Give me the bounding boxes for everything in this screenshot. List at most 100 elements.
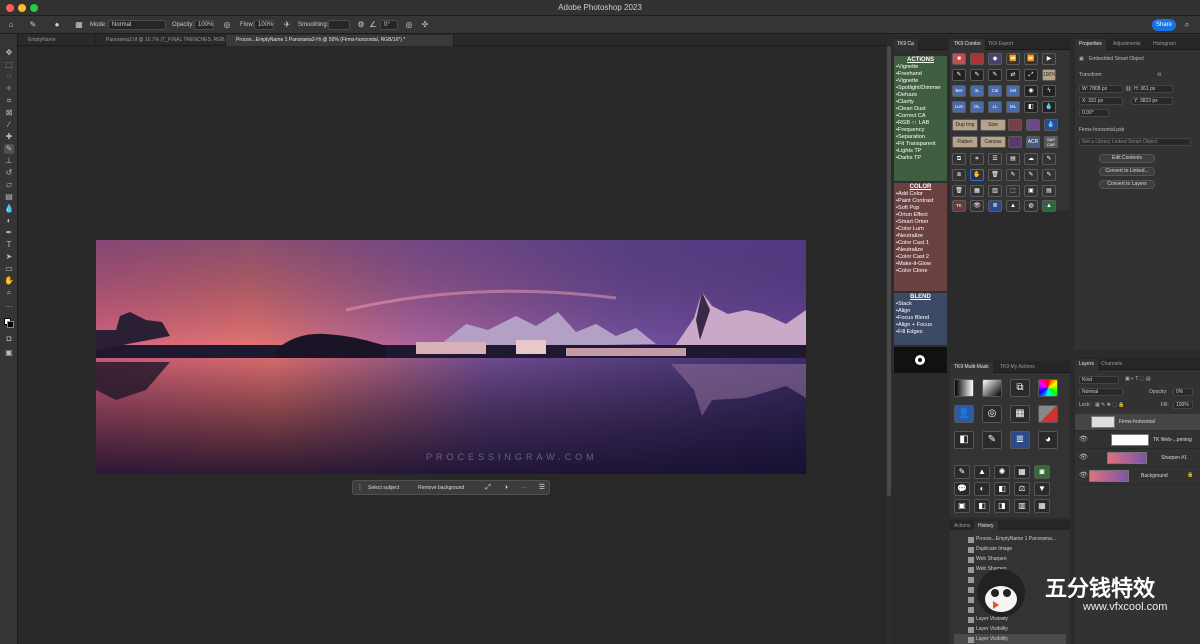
hand-tool-icon[interactable]: ✋ <box>4 276 14 286</box>
tab-tk-export[interactable]: TK9 Export <box>984 39 1017 50</box>
brush-red-button[interactable]: ✎ <box>970 69 984 81</box>
doc-tab[interactable]: Panorama2.tif @ 16.7% (T_FINAL TRENCHES,… <box>96 35 226 46</box>
circles-mask-button[interactable]: ◕ <box>1038 431 1058 449</box>
brush-mask-button[interactable]: ✎ <box>982 431 1002 449</box>
x-field[interactable]: X: 331 px <box>1079 97 1123 105</box>
layer-stamp-button[interactable]: ■ <box>952 53 966 65</box>
combo-ll-button[interactable]: LL <box>988 101 1002 113</box>
color-swatches-icon[interactable] <box>4 318 14 328</box>
mountain-button[interactable]: ▲ <box>974 465 990 479</box>
move-tool-icon[interactable]: ✥ <box>4 48 14 58</box>
grid-small-button[interactable]: ▦ <box>1014 465 1030 479</box>
path-select-tool-icon[interactable]: ➤ <box>4 252 14 262</box>
eye-button[interactable]: 👁 <box>970 200 984 212</box>
hand-button[interactable]: ✋ <box>970 169 984 181</box>
tk-color-item[interactable]: •Orton Effect <box>894 212 947 219</box>
image-button[interactable]: ▤ <box>1006 153 1020 165</box>
tk-color-item[interactable]: •Color Clone <box>894 268 947 275</box>
angle-field[interactable]: 0° <box>380 20 398 30</box>
visibility-eye-icon[interactable]: 👁 <box>1079 454 1088 462</box>
layers-button[interactable]: ☰ <box>988 153 1002 165</box>
purple-swatch-button[interactable] <box>1026 119 1040 131</box>
triangle-button[interactable]: ▲ <box>1006 200 1020 212</box>
green-mask-button[interactable]: ◙ <box>1034 465 1050 479</box>
tk-color-item[interactable]: •Neutralize <box>894 247 947 254</box>
pressure-opacity-icon[interactable]: ◎ <box>222 20 232 30</box>
shape-tool-icon[interactable]: ▭ <box>4 264 14 274</box>
gradient-swatch-button[interactable] <box>1008 136 1022 148</box>
invert-mask-button[interactable]: ◧ <box>954 431 974 449</box>
grey-button[interactable]: ◧ <box>974 499 990 513</box>
tk-action-item[interactable]: •Clarity <box>894 99 947 106</box>
tab-multi-mask[interactable]: TK9 Multi-Mask <box>950 362 993 373</box>
zoom-100-button[interactable]: 100% <box>1042 69 1056 81</box>
tk-action-item[interactable]: •Correct CA <box>894 113 947 120</box>
opacity-field[interactable]: 100% <box>194 20 214 30</box>
stack-button[interactable]: ≣ <box>988 200 1002 212</box>
copy-mask-button[interactable]: ⧉ <box>1010 379 1030 397</box>
search-icon[interactable]: ⌕ <box>1182 20 1192 30</box>
tk-action-item[interactable]: •RGB ↑↑ LAB <box>894 120 947 127</box>
tab-tk-combo[interactable]: TK9 Combo <box>950 39 985 50</box>
tk-blend-item[interactable]: •Fill Edges <box>894 329 947 336</box>
person-mask-button[interactable]: 👤 <box>954 405 974 423</box>
tk-color-item[interactable]: •Paint Contrast <box>894 198 947 205</box>
convert-to-linked-button[interactable]: Convert to Linked... <box>1099 167 1155 176</box>
lock-icons[interactable]: ▦ ✎ ✥ ⬚ 🔒 <box>1095 402 1125 408</box>
marquee-tool-icon[interactable]: ⬚ <box>4 60 14 70</box>
tk-color-item[interactable]: •Neutralize <box>894 233 947 240</box>
mask-box-button[interactable]: ◧ <box>994 482 1010 496</box>
remove-background-button[interactable]: Remove background <box>415 483 467 493</box>
layer-row[interactable]: Firms-horizontal <box>1075 414 1200 431</box>
expand-button[interactable]: ⤢ <box>1024 69 1038 81</box>
combo-ml-button[interactable]: ML <box>1006 101 1020 113</box>
note-button[interactable]: ▤ <box>1042 185 1056 197</box>
crop-tool-icon[interactable]: ⌗ <box>4 96 14 106</box>
list-mask-button[interactable]: ≣ <box>1010 431 1030 449</box>
droplet-button[interactable]: 💧 <box>1042 101 1056 113</box>
save-button[interactable]: ▣ <box>1024 185 1038 197</box>
red-square-button[interactable] <box>970 53 984 65</box>
type-tool-icon[interactable]: T <box>4 240 14 250</box>
tk-color-item[interactable]: •Make-it-Glow <box>894 261 947 268</box>
tk-action-item[interactable]: •Vignette <box>894 64 947 71</box>
tree-button[interactable]: ▲ <box>1042 200 1056 212</box>
fill-field[interactable]: 100% <box>1173 401 1193 409</box>
reset-transform-icon[interactable]: ⟲ <box>1157 72 1161 78</box>
target-mask-button[interactable]: ◎ <box>982 405 1002 423</box>
tk-color-item[interactable]: •Soft Pop <box>894 205 947 212</box>
tk-action-item[interactable]: •Freehand <box>894 71 947 78</box>
filter-icons[interactable]: ▣ ◐ T ⬚ ▤ <box>1125 376 1151 382</box>
pressure-size-icon[interactable]: ◎ <box>404 20 414 30</box>
color-swatch-button[interactable] <box>1008 119 1022 131</box>
tab-properties[interactable]: Properties <box>1075 39 1106 50</box>
home-icon[interactable]: ⌂ <box>6 20 16 30</box>
blend-button[interactable]: ◨ <box>994 499 1010 513</box>
eyedropper-tool-icon[interactable]: ⁄ <box>4 120 14 130</box>
quick-select-tool-icon[interactable]: ✧ <box>4 84 14 94</box>
tk-action-item[interactable]: •Darks TP <box>894 155 947 162</box>
play-icon[interactable]: ▶ <box>1042 53 1056 65</box>
brush-settings-icon[interactable]: ▦ <box>74 20 84 30</box>
symmetry-icon[interactable]: ✣ <box>420 20 430 30</box>
brush-tool-icon[interactable]: ✎ <box>4 144 14 154</box>
tk-action-item[interactable]: •Fit Transparent <box>894 141 947 148</box>
copy-button[interactable]: ⧉ <box>952 153 966 165</box>
dodge-tool-icon[interactable]: ◐ <box>4 216 14 226</box>
brush-add-button[interactable]: ✎ <box>1006 169 1020 181</box>
size-button[interactable]: Size <box>980 119 1006 131</box>
eraser-tool-icon[interactable]: ▱ <box>4 180 14 190</box>
doc-tab[interactable]: EmptyName <box>18 35 96 46</box>
edit-brush-button[interactable]: ✎ <box>954 465 970 479</box>
dup-img-button[interactable]: Dup Img <box>952 119 978 131</box>
layer-row[interactable]: 👁 TK Web-...pening <box>1075 432 1200 449</box>
edit-contents-button[interactable]: Edit Contents <box>1099 154 1155 163</box>
layer-row[interactable]: 👁 Background 🔒 <box>1075 468 1200 485</box>
brush-options-button[interactable]: ✎ <box>1042 153 1056 165</box>
flatten-button[interactable]: Flatten <box>952 136 978 148</box>
brush-smooth-button[interactable]: ✎ <box>1042 169 1056 181</box>
tab-layers[interactable]: Layers <box>1075 359 1099 370</box>
clone-stamp-tool-icon[interactable]: ⊥ <box>4 156 14 166</box>
frame-tool-icon[interactable]: ⊠ <box>4 108 14 118</box>
tk-blend-item[interactable]: •Stack <box>894 301 947 308</box>
